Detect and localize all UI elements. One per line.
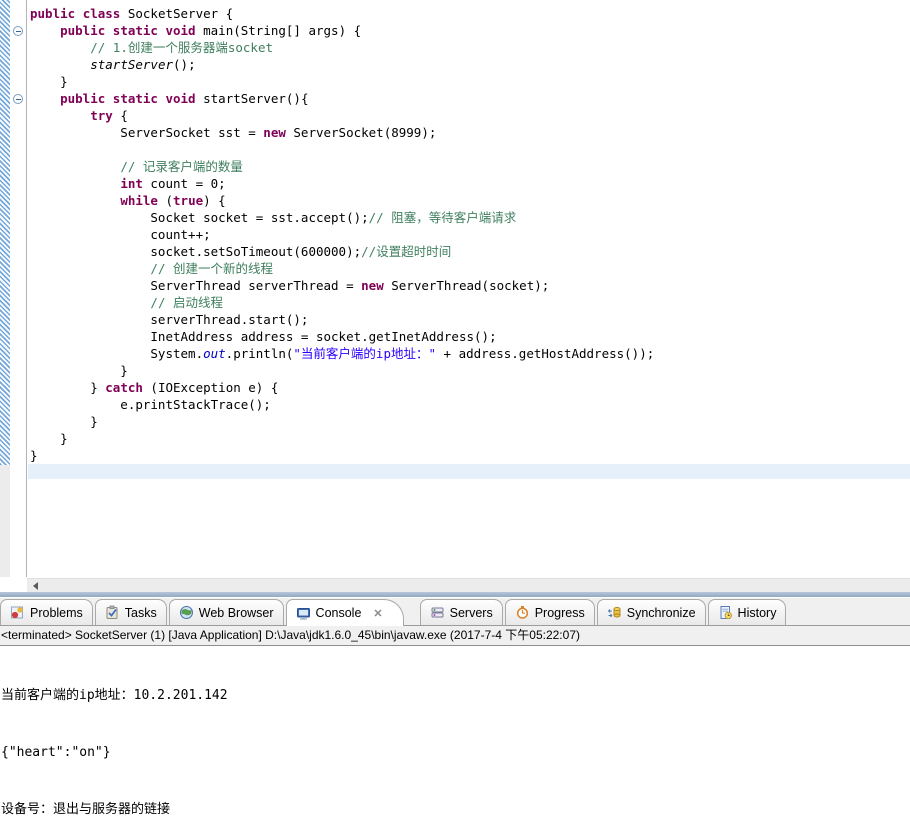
code-line: e.printStackTrace(); — [30, 397, 271, 412]
console-line: 当前客户端的ip地址：10.2.201.142 — [1, 688, 228, 703]
code-line: public static void main(String[] args) { — [60, 23, 362, 38]
code-line: ServerSocket sst = new ServerSocket(8999… — [30, 125, 437, 140]
tab-console[interactable]: Console ✕ — [285, 599, 404, 626]
tab-progress[interactable]: Progress — [504, 599, 595, 625]
code-area[interactable]: public class SocketServer { public stati… — [28, 0, 910, 464]
fold-collapse-icon[interactable] — [13, 94, 23, 104]
view-tab-bar: Problems Tasks Web Browser Console ✕ Ser… — [0, 598, 910, 626]
synchronize-icon — [607, 607, 621, 618]
code-line: } — [30, 74, 68, 89]
quick-diff-changed-bar — [0, 0, 10, 465]
horizontal-scrollbar[interactable] — [27, 578, 910, 592]
console-line: {"heart":"on"} — [1, 745, 111, 760]
tab-label: History — [737, 605, 777, 620]
code-line: InetAddress address = socket.getInetAddr… — [30, 329, 497, 344]
code-line: int count = 0; — [120, 176, 226, 191]
code-line: startServer(); — [90, 57, 196, 72]
java-editor: public class SocketServer { public stati… — [0, 0, 910, 577]
code-line: Socket socket = sst.accept();// 阻塞，等待客户端… — [30, 210, 517, 225]
tab-label: Servers — [449, 605, 493, 620]
code-line: serverThread.start(); — [30, 312, 309, 327]
tab-label: Progress — [534, 605, 585, 620]
code-line: System.out.println("当前客户端的ip地址：" + addre… — [30, 346, 655, 361]
code-line: while (true) { — [120, 193, 226, 208]
code-line: } — [30, 448, 38, 463]
console-output[interactable]: 当前客户端的ip地址：10.2.201.142 {"heart":"on"} 设… — [0, 646, 910, 817]
problems-icon — [11, 606, 23, 619]
code-line: } — [30, 414, 98, 429]
tab-synchronize[interactable]: Synchronize — [596, 599, 706, 625]
tab-close-icon[interactable]: ✕ — [373, 607, 382, 620]
code-line: // 启动线程 — [150, 295, 223, 310]
history-icon — [720, 606, 732, 620]
tab-label: Web Browser — [198, 605, 274, 620]
code-line: } — [30, 363, 128, 378]
folding-gutter[interactable] — [10, 0, 27, 577]
tab-history[interactable]: History — [707, 599, 787, 625]
tasks-icon — [106, 605, 118, 619]
current-line-highlight — [28, 464, 910, 479]
scroll-left-arrow-icon[interactable] — [33, 582, 38, 590]
code-line: // 1.创建一个服务器端socket — [90, 40, 274, 55]
code-line: } catch (IOException e) { — [30, 380, 279, 395]
eclipse-workbench: { "editor": { "lines": [ [["k","public"]… — [0, 0, 910, 817]
tab-label: Console — [315, 606, 362, 620]
progress-icon — [516, 606, 528, 619]
annotation-ruler[interactable] — [0, 0, 10, 577]
web-browser-icon — [179, 606, 193, 619]
tab-servers[interactable]: Servers — [419, 599, 503, 625]
servers-icon — [431, 607, 444, 618]
code-line: // 记录客户端的数量 — [120, 159, 243, 174]
editor-hscrollbar-row — [0, 577, 910, 592]
code-line: public class SocketServer { — [30, 6, 234, 21]
tab-label: Synchronize — [626, 605, 696, 620]
console-line: 设备号：退出与服务器的链接 — [1, 802, 171, 817]
code-line: // 创建一个新的线程 — [150, 261, 273, 276]
fold-collapse-icon[interactable] — [13, 26, 23, 36]
tab-problems[interactable]: Problems — [0, 599, 93, 625]
code-line: socket.setSoTimeout(600000);//设置超时时间 — [30, 244, 452, 259]
code-line: try { — [90, 108, 128, 123]
code-line: count++; — [30, 227, 211, 242]
tab-tasks[interactable]: Tasks — [94, 599, 167, 625]
tab-web-browser[interactable]: Web Browser — [168, 599, 284, 625]
console-icon — [296, 607, 310, 620]
code-line: public static void startServer(){ — [60, 91, 309, 106]
tab-label: Problems — [30, 605, 83, 620]
code-line: } — [30, 431, 68, 446]
tab-label: Tasks — [124, 605, 157, 620]
console-launch-header: <terminated> SocketServer (1) [Java Appl… — [0, 626, 910, 646]
code-line: ServerThread serverThread = new ServerTh… — [30, 278, 550, 293]
